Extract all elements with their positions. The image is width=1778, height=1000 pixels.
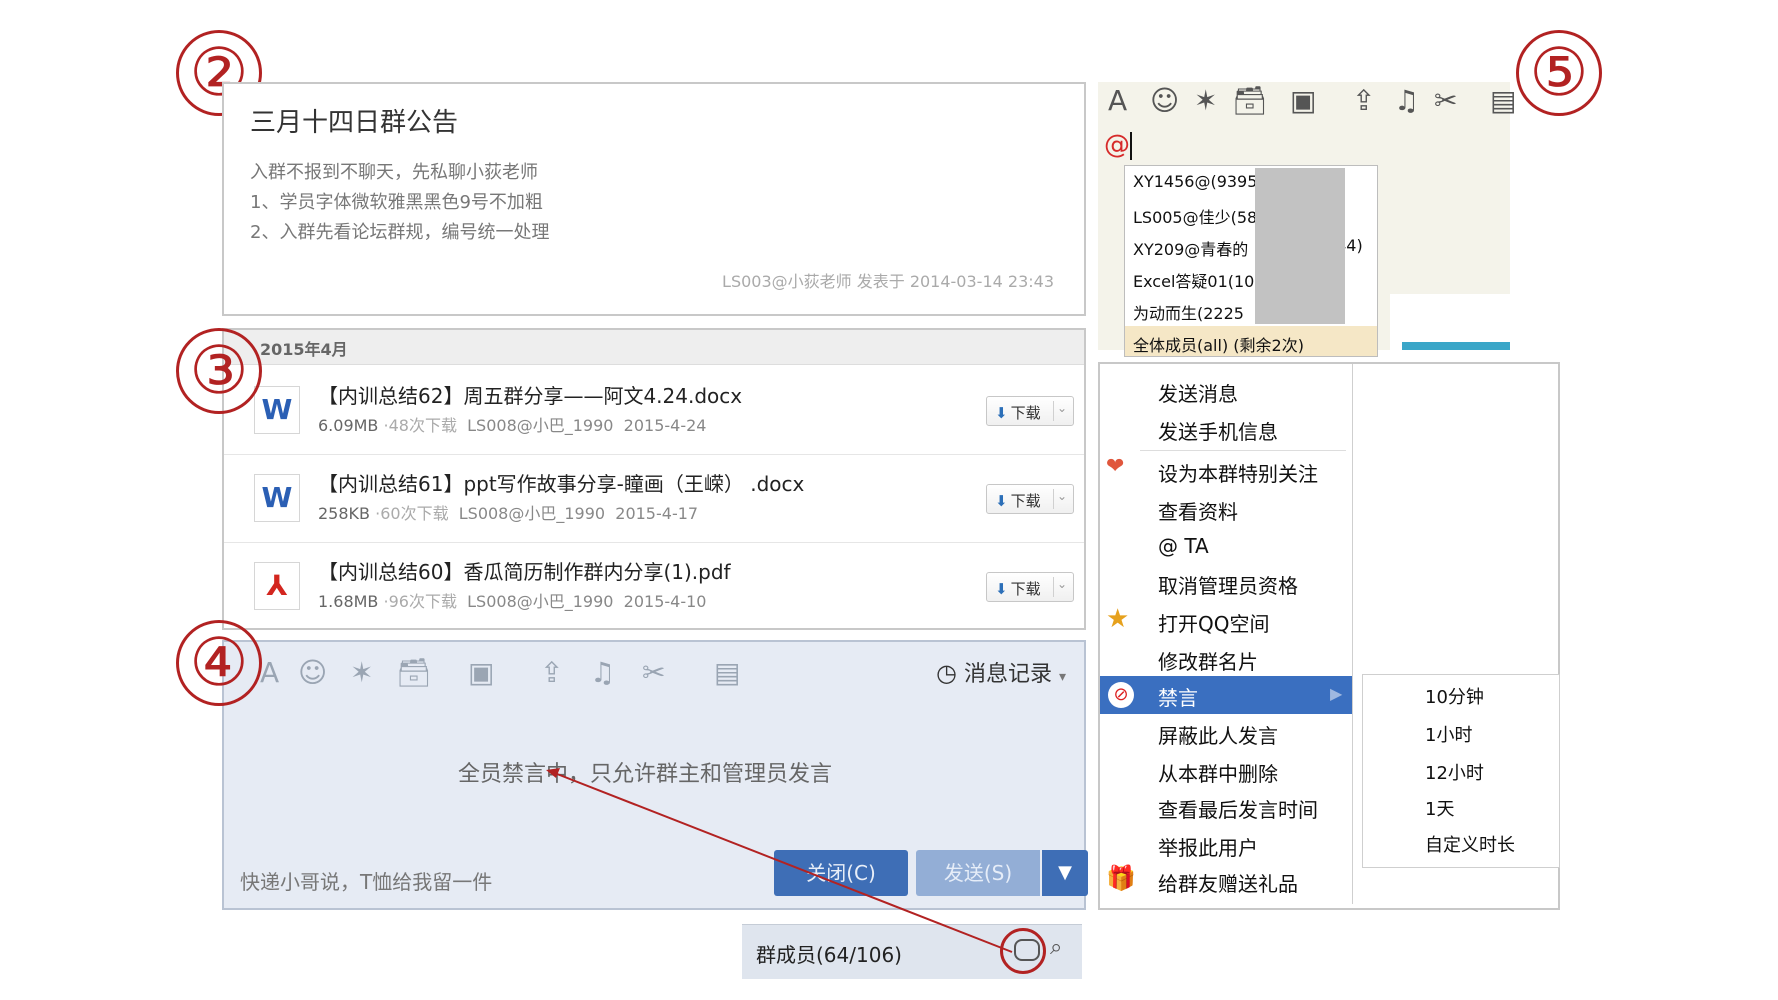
menu-item-view-profile[interactable]: 查看资料 (1158, 496, 1238, 525)
mute-icon: ⊘ (1108, 682, 1134, 708)
submenu-arrow-icon: ▶ (1330, 684, 1343, 703)
mention-item-all-row[interactable]: 全体成员(all) (剩余2次) (1125, 326, 1377, 356)
submenu-item-1hour[interactable]: 1小时 (1425, 721, 1472, 747)
menu-item-open-qzone[interactable]: 打开QQ空间 (1158, 608, 1269, 637)
menu-item-edit-card[interactable]: 修改群名片 (1158, 646, 1258, 675)
scissors-icon[interactable]: ✂ (1434, 84, 1457, 117)
menu-item-block-speech[interactable]: 屏蔽此人发言 (1158, 720, 1278, 749)
mention-item[interactable]: XY1456@(93959 (1133, 172, 1268, 191)
menu-item-remove-member[interactable]: 从本群中删除 (1158, 758, 1278, 787)
menu-item-send-gift[interactable]: 给群友赠送礼品 (1158, 868, 1298, 897)
menu-item-send-message[interactable]: 发送消息 (1158, 378, 1238, 407)
menu-item-at-ta[interactable]: @ TA (1158, 534, 1209, 558)
menu-divider (1140, 450, 1346, 451)
menu-item-report-user[interactable]: 举报此用户 (1158, 832, 1258, 861)
gift-box-icon: 🎁 (1106, 864, 1136, 892)
mention-list: XY1456@(93959 LS005@佳少(58 XY209@青春的 .44)… (1124, 165, 1378, 357)
heart-icon: ❤ (1106, 454, 1125, 479)
gift-icon[interactable]: 🗃 (1232, 84, 1268, 117)
font-icon[interactable]: A (1108, 84, 1127, 117)
image-icon[interactable]: ▣ (1290, 84, 1316, 117)
screen-icon[interactable]: ▤ (1490, 84, 1516, 117)
submenu-item-10min[interactable]: 10分钟 (1425, 683, 1484, 709)
submenu-item-custom[interactable]: 自定义时长 (1425, 831, 1515, 857)
mention-item[interactable]: XY209@青春的 (1133, 236, 1248, 260)
context-panel: 发送消息 发送手机信息 ❤ 设为本群特别关注 查看资料 @ TA 取消管理员资格… (1098, 362, 1560, 910)
menu-item-last-speak-time[interactable]: 查看最后发言时间 (1158, 794, 1318, 823)
mention-item[interactable]: Excel答疑01(10 (1133, 268, 1254, 292)
menu-item-special-follow[interactable]: 设为本群特别关注 (1158, 458, 1318, 487)
upload-icon[interactable]: ⇪ (1352, 84, 1375, 117)
menu-item-revoke-admin[interactable]: 取消管理员资格 (1158, 570, 1298, 599)
music-icon[interactable]: ♫ (1394, 84, 1419, 117)
text-cursor (1130, 132, 1132, 160)
thumbnail-strip (1402, 342, 1510, 350)
submenu-item-12hours[interactable]: 12小时 (1425, 759, 1484, 785)
magic-icon[interactable]: ✶ (1194, 84, 1217, 117)
mention-item[interactable]: 为动而生(2225 (1133, 300, 1244, 324)
submenu-item-1day[interactable]: 1天 (1425, 795, 1454, 821)
menu-item-mute: 禁言 (1158, 686, 1198, 710)
menu-item-send-sms[interactable]: 发送手机信息 (1158, 416, 1278, 445)
emoji-icon[interactable]: ☺ (1150, 84, 1179, 117)
mention-item[interactable]: LS005@佳少(58 (1133, 204, 1257, 228)
mute-submenu: 10分钟 1小时 12小时 1天 自定义时长 (1362, 674, 1560, 868)
at-symbol: @ (1104, 130, 1130, 160)
context-menu: 发送消息 发送手机信息 ❤ 设为本群特别关注 查看资料 @ TA 取消管理员资格… (1100, 364, 1353, 904)
mention-item-all: 全体成员(all) (剩余2次) (1133, 336, 1304, 355)
star-icon: ★ (1106, 604, 1130, 634)
redaction-block (1255, 168, 1345, 324)
label-5-circle: ⑤ (1516, 30, 1602, 116)
menu-item-mute-row[interactable]: ⊘ 禁言 ▶ (1100, 676, 1352, 714)
